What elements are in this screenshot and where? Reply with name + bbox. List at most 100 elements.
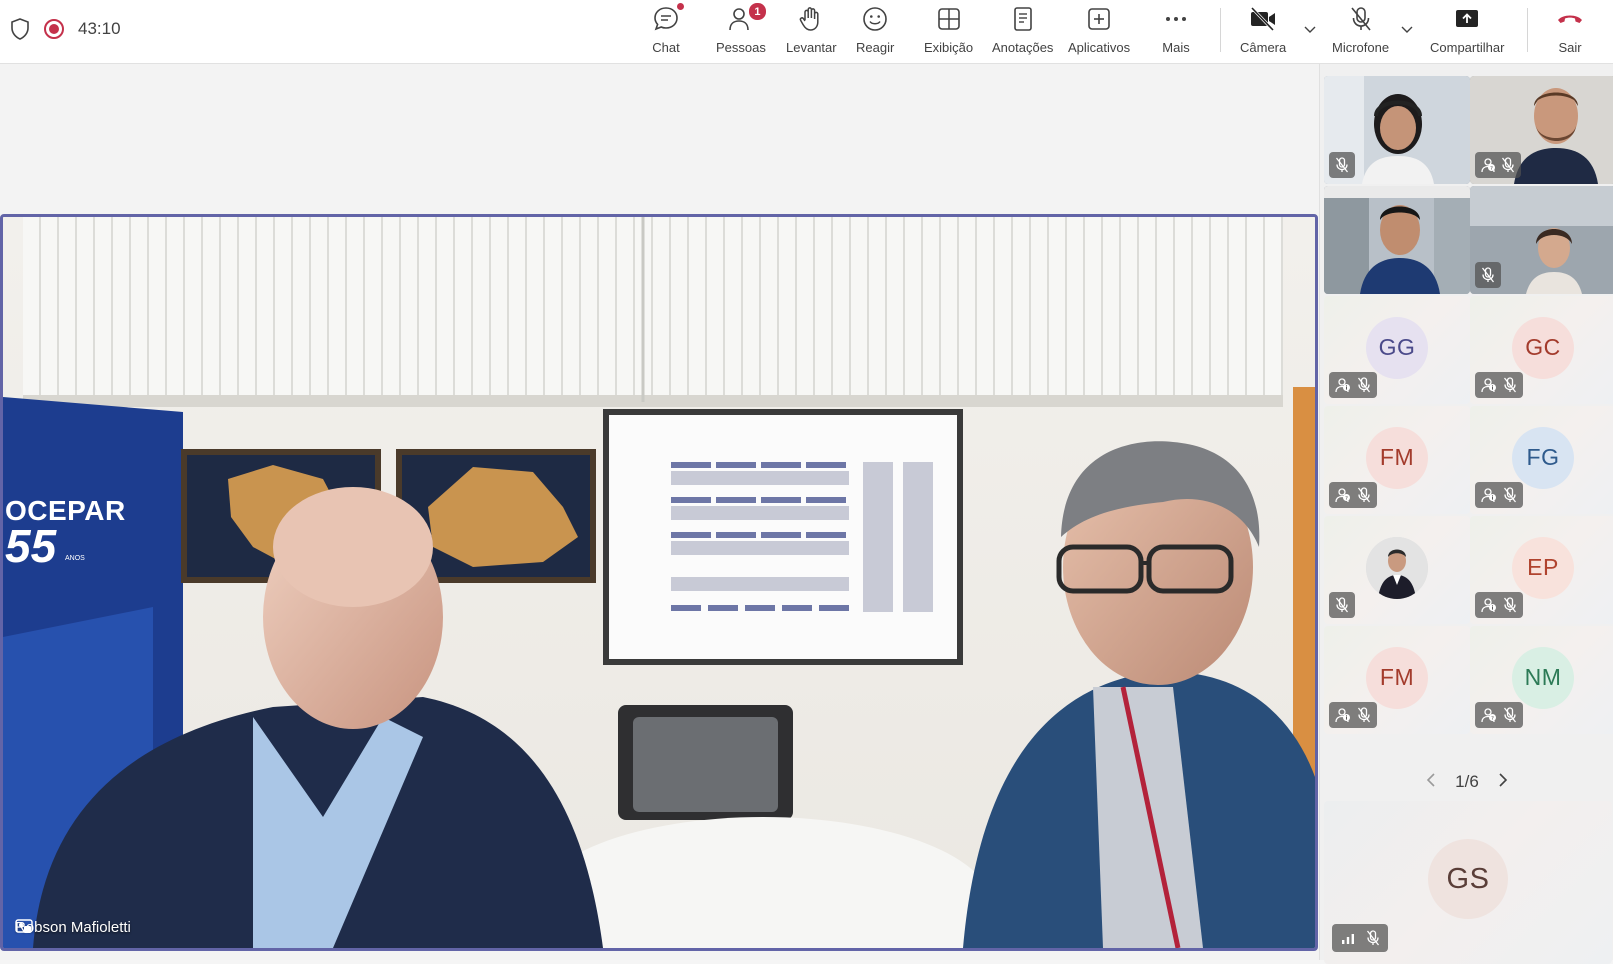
person-info-icon [1481, 487, 1497, 503]
banner-year: 55 [5, 520, 57, 572]
previous-page-chevron-left-icon[interactable] [1425, 772, 1437, 793]
next-page-chevron-right-icon[interactable] [1497, 772, 1509, 793]
participant-avatar-tile[interactable]: GG [1324, 296, 1470, 404]
camera-options-chevron-down-icon[interactable] [1303, 22, 1317, 41]
microphone-options-chevron-down-icon[interactable] [1400, 22, 1414, 41]
participant-photo-avatar [1366, 536, 1428, 599]
main-video-feed[interactable]: OCEPAR 55 ANOS Robson Mafioletti [0, 214, 1318, 951]
react-button[interactable]: Reagir [856, 4, 894, 60]
participant-avatar: FM [1366, 426, 1428, 489]
participant-avatar-tile[interactable]: FM ? [1324, 406, 1470, 514]
people-icon: 1 [727, 2, 767, 34]
raise-hand-icon [797, 4, 825, 34]
gallery-pager: 1/6 [1320, 764, 1613, 800]
mic-off-icon [1503, 707, 1517, 723]
notes-button[interactable]: Anotações [992, 4, 1053, 60]
microphone-label: Microfone [1332, 40, 1390, 55]
mic-off-icon [1357, 377, 1371, 393]
view-label: Exibição [924, 40, 974, 55]
camera-button[interactable]: Câmera [1240, 4, 1286, 60]
people-button[interactable]: 1 Pessoas [716, 2, 767, 60]
participant-avatar-tile[interactable]: FM [1324, 626, 1470, 734]
mic-off-icon [1357, 707, 1371, 723]
tile-controls [1329, 372, 1377, 398]
more-label: Mais [1162, 40, 1190, 55]
chat-unread-dot [677, 3, 684, 10]
tile-controls [1475, 262, 1501, 288]
toolbar-divider [1527, 8, 1528, 52]
svg-text:?: ? [1345, 496, 1348, 502]
person-info-icon [1335, 377, 1351, 393]
share-label: Compartilhar [1430, 40, 1505, 55]
more-button[interactable]: Mais [1162, 4, 1190, 60]
microphone-button[interactable]: Microfone [1332, 4, 1389, 60]
view-button[interactable]: Exibição [924, 4, 973, 60]
mic-off-icon [1335, 597, 1349, 613]
mic-off-icon [1501, 157, 1515, 173]
page-indicator: 1/6 [1455, 772, 1479, 791]
meeting-timer: 43:10 [78, 19, 121, 38]
people-badge: 1 [747, 2, 767, 21]
apps-button[interactable]: Aplicativos [1068, 4, 1130, 60]
person-info-icon [1335, 707, 1351, 723]
mic-off-icon [1503, 597, 1517, 613]
camera-label: Câmera [1240, 40, 1287, 55]
svg-text:?: ? [1491, 716, 1494, 722]
main-stage: OCEPAR 55 ANOS Robson Mafioletti [0, 64, 1319, 960]
person-info-icon [1481, 597, 1497, 613]
participant-video-tile[interactable] [1470, 186, 1613, 294]
participant-video-tile[interactable] [1324, 76, 1470, 184]
chat-label: Chat [652, 40, 680, 55]
grid-view-icon [935, 4, 963, 34]
participant-avatar: FM [1366, 646, 1428, 709]
participant-photo-tile[interactable] [1324, 516, 1470, 624]
shield-icon[interactable] [10, 18, 30, 40]
recording-icon[interactable] [44, 19, 64, 39]
video-frame-illustration [3, 217, 1315, 948]
share-button[interactable]: Compartilhar [1430, 4, 1504, 60]
participant-video-frame [1324, 186, 1470, 294]
mic-off-icon [1357, 487, 1371, 503]
people-label: Pessoas [716, 40, 766, 55]
notes-icon [1009, 4, 1037, 34]
tile-controls: ? [1475, 702, 1523, 728]
mic-off-icon [1503, 487, 1517, 503]
help-question-icon: ? [1335, 487, 1351, 503]
raise-hand-label: Levantar [786, 40, 837, 55]
participant-avatar-tile[interactable]: EP [1470, 516, 1613, 624]
hang-up-icon [1555, 4, 1585, 34]
participant-avatar: EP [1512, 536, 1574, 599]
participant-avatar: GC [1512, 316, 1574, 379]
add-app-icon [1085, 4, 1113, 34]
participant-avatar: FG [1512, 426, 1574, 489]
camera-off-icon [1248, 4, 1278, 34]
raise-hand-button[interactable]: Levantar [786, 4, 837, 60]
tile-controls: ? [1329, 482, 1377, 508]
mic-off-icon [1366, 930, 1380, 946]
tile-controls: ? [1475, 152, 1521, 178]
participant-avatar: NM [1512, 646, 1574, 709]
participant-avatar-tile[interactable]: FG [1470, 406, 1613, 514]
meeting-status: 43:10 [10, 14, 121, 44]
participant-avatar-tile[interactable]: GC [1470, 296, 1613, 404]
mic-off-icon [1335, 157, 1349, 173]
participant-video-tile[interactable] [1324, 186, 1470, 294]
mic-off-icon [1481, 267, 1495, 283]
participant-video-tile[interactable]: ? [1470, 76, 1613, 184]
mic-off-icon [1503, 377, 1517, 393]
leave-label: Sair [1558, 40, 1582, 55]
self-preview-tile[interactable]: GS [1324, 801, 1612, 964]
person-info-icon [1481, 377, 1497, 393]
chat-button[interactable]: Chat [652, 3, 684, 60]
participant-gallery: ? GG GC FM ? FG EP FM NM ? 1/6 GS [1319, 64, 1613, 964]
toolbar-divider [1220, 8, 1221, 52]
microphone-off-icon [1347, 4, 1375, 34]
leave-button[interactable]: Sair [1555, 4, 1585, 60]
participant-avatar-tile[interactable]: NM ? [1470, 626, 1613, 734]
more-icon [1162, 4, 1190, 34]
tile-controls [1475, 482, 1523, 508]
self-tile-controls [1332, 924, 1388, 952]
self-avatar: GS [1428, 839, 1508, 920]
speaker-name-tag: Robson Mafioletti [15, 919, 143, 936]
react-label: Reagir [856, 40, 895, 55]
